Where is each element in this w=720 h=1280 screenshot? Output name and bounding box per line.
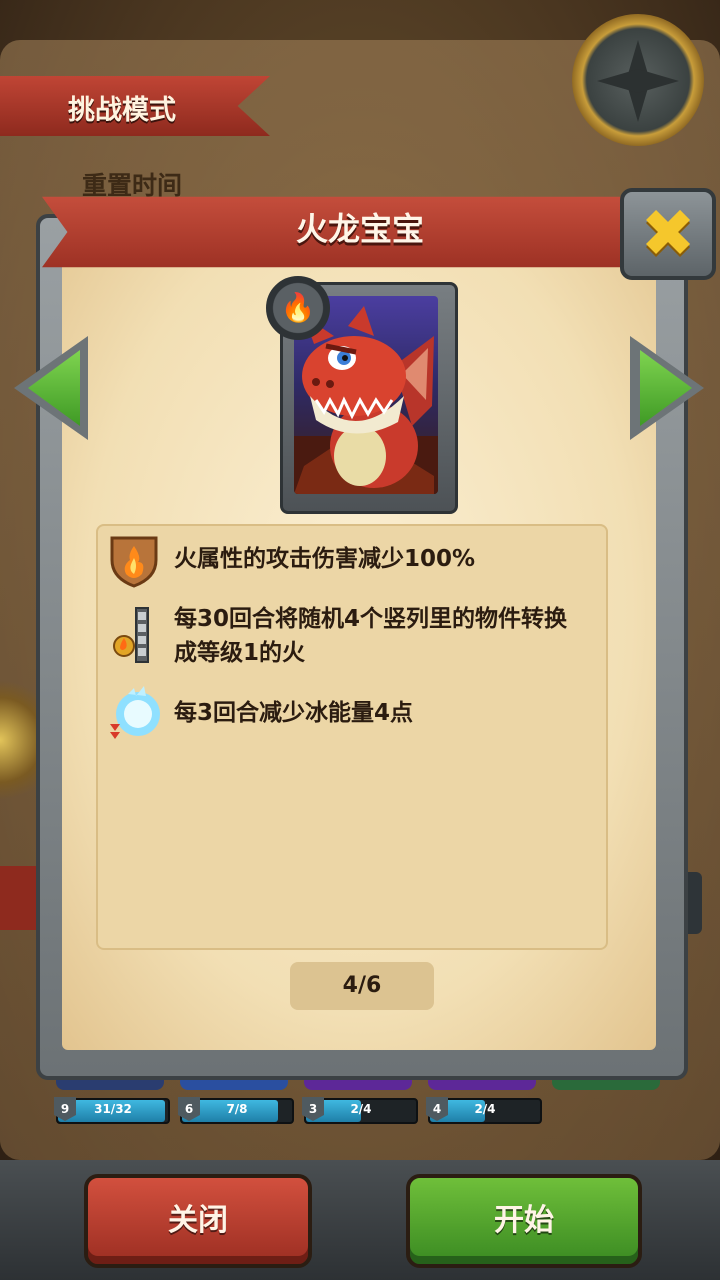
ice-orb-down-icon [110, 686, 160, 739]
close-button[interactable]: 关闭 [84, 1174, 312, 1268]
hero-progress-bar: 4 2/4 [426, 1097, 542, 1124]
hero-progress-text: 31/32 [94, 1102, 132, 1116]
fire-shield-icon [110, 536, 158, 588]
hero-progress-bar: 3 2/4 [302, 1097, 418, 1124]
hero-progress-text: 2/4 [474, 1102, 496, 1116]
hero-progress-bar: 9 31/32 [54, 1097, 170, 1124]
hero-progress-text: 2/4 [350, 1102, 372, 1116]
boss-name-title: 火龙宝宝 [295, 210, 424, 248]
hero-progress-text: 7/8 [226, 1102, 248, 1116]
page-indicator: 4/6 [342, 973, 382, 998]
reset-time-label: 重置时间 [82, 171, 183, 200]
effect-text: 每30回合将随机4个竖列里的物件转换成等级1的火 [174, 606, 568, 666]
mode-title: 挑战模式 [68, 95, 176, 126]
effect-text: 每3回合减少冰能量4点 [174, 700, 414, 726]
fire-icon: 🔥 [280, 291, 316, 324]
close-x-icon[interactable]: ✖ [620, 188, 716, 280]
column-fire-icon [113, 607, 149, 663]
effect-text: 火属性的攻击伤害减少100% [174, 546, 476, 572]
hero-progress-bar: 6 7/8 [178, 1097, 294, 1124]
effects-panel [96, 524, 608, 950]
start-button[interactable]: 开始 [406, 1174, 642, 1268]
